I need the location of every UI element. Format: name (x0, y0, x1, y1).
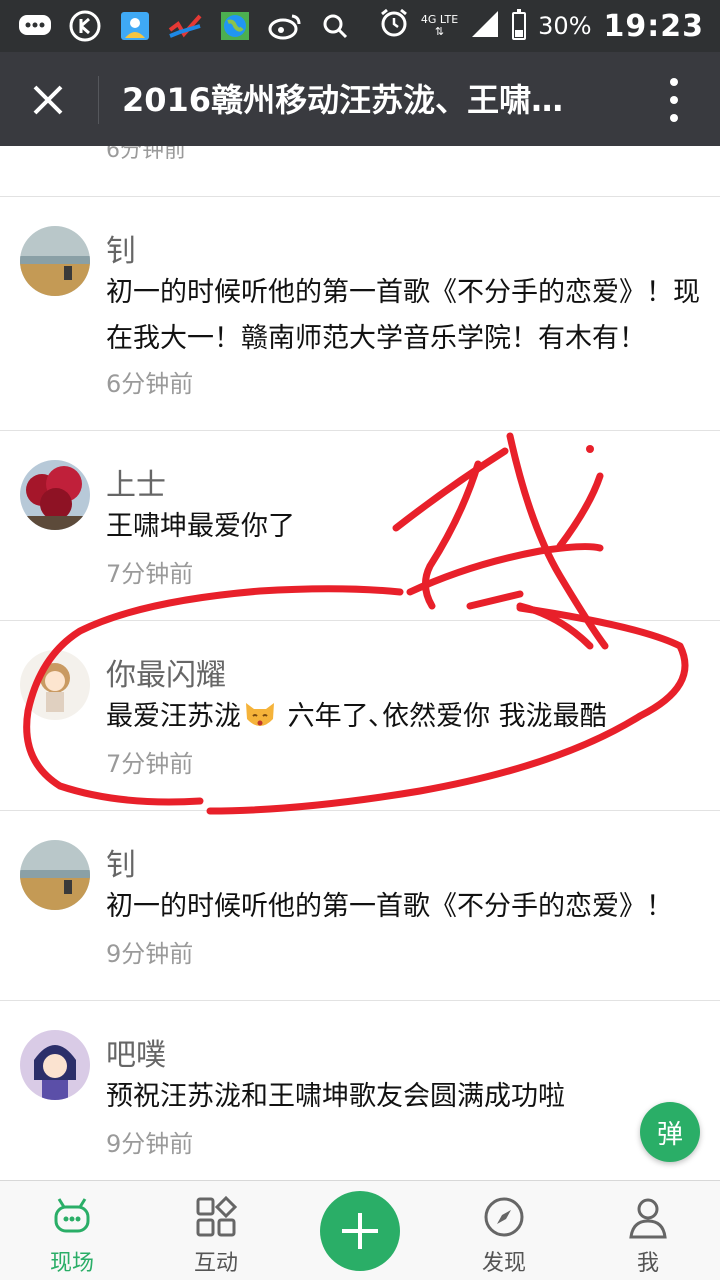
tab-interact[interactable]: 互动 (156, 1181, 276, 1281)
list-item[interactable]: 吧噗 预祝汪苏泷和王啸坤歌友会圆满成功啦 9分钟前 (0, 1000, 720, 1180)
tab-discover[interactable]: 发现 (444, 1181, 564, 1281)
person-icon (629, 1198, 667, 1239)
bottom-nav: 现场 互动 发现 我 (0, 1180, 720, 1280)
plus-icon (342, 1213, 378, 1249)
comment-author: 你最闪耀 (106, 658, 226, 693)
tab-label: 我 (636, 1251, 659, 1276)
tab-label: 互动 (193, 1251, 238, 1276)
comment-feed[interactable]: 6分钟前 钊 初一的时候听他的第一首歌《不分手的恋爱》！现在我大一！赣南师范大学… (0, 146, 720, 1180)
comment-time: 7分钟前 (106, 560, 194, 588)
title-bar: 2016赣州移动汪苏泷、王啸… (0, 52, 720, 146)
signal-icon (470, 9, 500, 43)
list-item[interactable]: 钊 初一的时候听他的第一首歌《不分手的恋爱》！ 9分钟前 (0, 810, 720, 1000)
more-vertical-icon (670, 78, 678, 86)
comment-text: 初一的时候听他的第一首歌《不分手的恋爱》！现在我大一！赣南师范大学音乐学院！有木… (106, 277, 700, 354)
clock: 19:23 (603, 8, 704, 44)
comment-text: 最爱汪苏泷 六年了､依然爱你 我泷最酷 (106, 701, 607, 732)
comment-time: 6分钟前 (106, 370, 194, 398)
message-icon (18, 9, 52, 43)
cat-emoji-icon (246, 703, 274, 726)
list-item[interactable]: 钊 初一的时候听他的第一首歌《不分手的恋爱》！现在我大一！赣南师范大学音乐学院！… (0, 196, 720, 430)
avatar[interactable] (20, 650, 90, 720)
live-chat-icon (54, 1198, 90, 1233)
search-icon (318, 9, 352, 43)
avatar[interactable] (20, 1030, 90, 1100)
tab-live[interactable]: 现场 (12, 1181, 132, 1281)
tab-label: 发现 (481, 1251, 526, 1276)
add-button[interactable] (320, 1191, 400, 1271)
compass-icon (484, 1197, 524, 1237)
danmu-button[interactable]: 弹 (640, 1102, 700, 1162)
comment-text: 预祝汪苏泷和王啸坤歌友会圆满成功啦 (106, 1081, 565, 1112)
notification-icons (18, 8, 352, 44)
network-type: 4G LTE ⇅ (420, 13, 459, 38)
status-bar: 4G LTE ⇅ 30% 19:23 (0, 0, 720, 52)
comment-text: 王啸坤最爱你了 (106, 511, 295, 542)
globe-icon (218, 9, 252, 43)
more-button[interactable] (654, 78, 694, 122)
signal-app-icon (168, 9, 202, 43)
comment-author: 钊 (106, 848, 136, 883)
avatar[interactable] (20, 840, 90, 910)
list-item[interactable]: 你最闪耀 最爱汪苏泷 六年了､依然爱你 我泷最酷 7分钟前 (0, 620, 720, 810)
close-icon (33, 85, 63, 115)
battery-percent: 30% (538, 12, 592, 40)
page-title: 2016赣州移动汪苏泷、王啸… (122, 81, 564, 119)
list-item[interactable]: 上士 王啸坤最爱你了 7分钟前 (0, 430, 720, 620)
alarm-icon (379, 8, 409, 44)
comment-text: 初一的时候听他的第一首歌《不分手的恋爱》！ (106, 891, 673, 922)
comment-time: 9分钟前 (106, 940, 194, 968)
system-status: 4G LTE ⇅ 30% 19:23 (379, 8, 704, 44)
comment-author: 上士 (106, 468, 166, 503)
title-separator (98, 76, 99, 124)
tab-me[interactable]: 我 (588, 1181, 708, 1281)
comment-author: 钊 (106, 234, 136, 269)
tab-label: 现场 (49, 1251, 94, 1276)
avatar[interactable] (20, 226, 90, 296)
previous-comment-time: 6分钟前 (106, 146, 186, 163)
comment-author: 吧噗 (106, 1038, 166, 1073)
grid-icon (196, 1195, 238, 1237)
gallery-icon (118, 9, 152, 43)
battery-icon (512, 9, 527, 40)
comment-time: 7分钟前 (106, 750, 194, 778)
avatar[interactable] (20, 460, 90, 530)
k-app-icon (68, 9, 102, 43)
close-button[interactable] (24, 76, 72, 124)
weibo-icon (268, 9, 302, 43)
comment-time: 9分钟前 (106, 1130, 194, 1158)
